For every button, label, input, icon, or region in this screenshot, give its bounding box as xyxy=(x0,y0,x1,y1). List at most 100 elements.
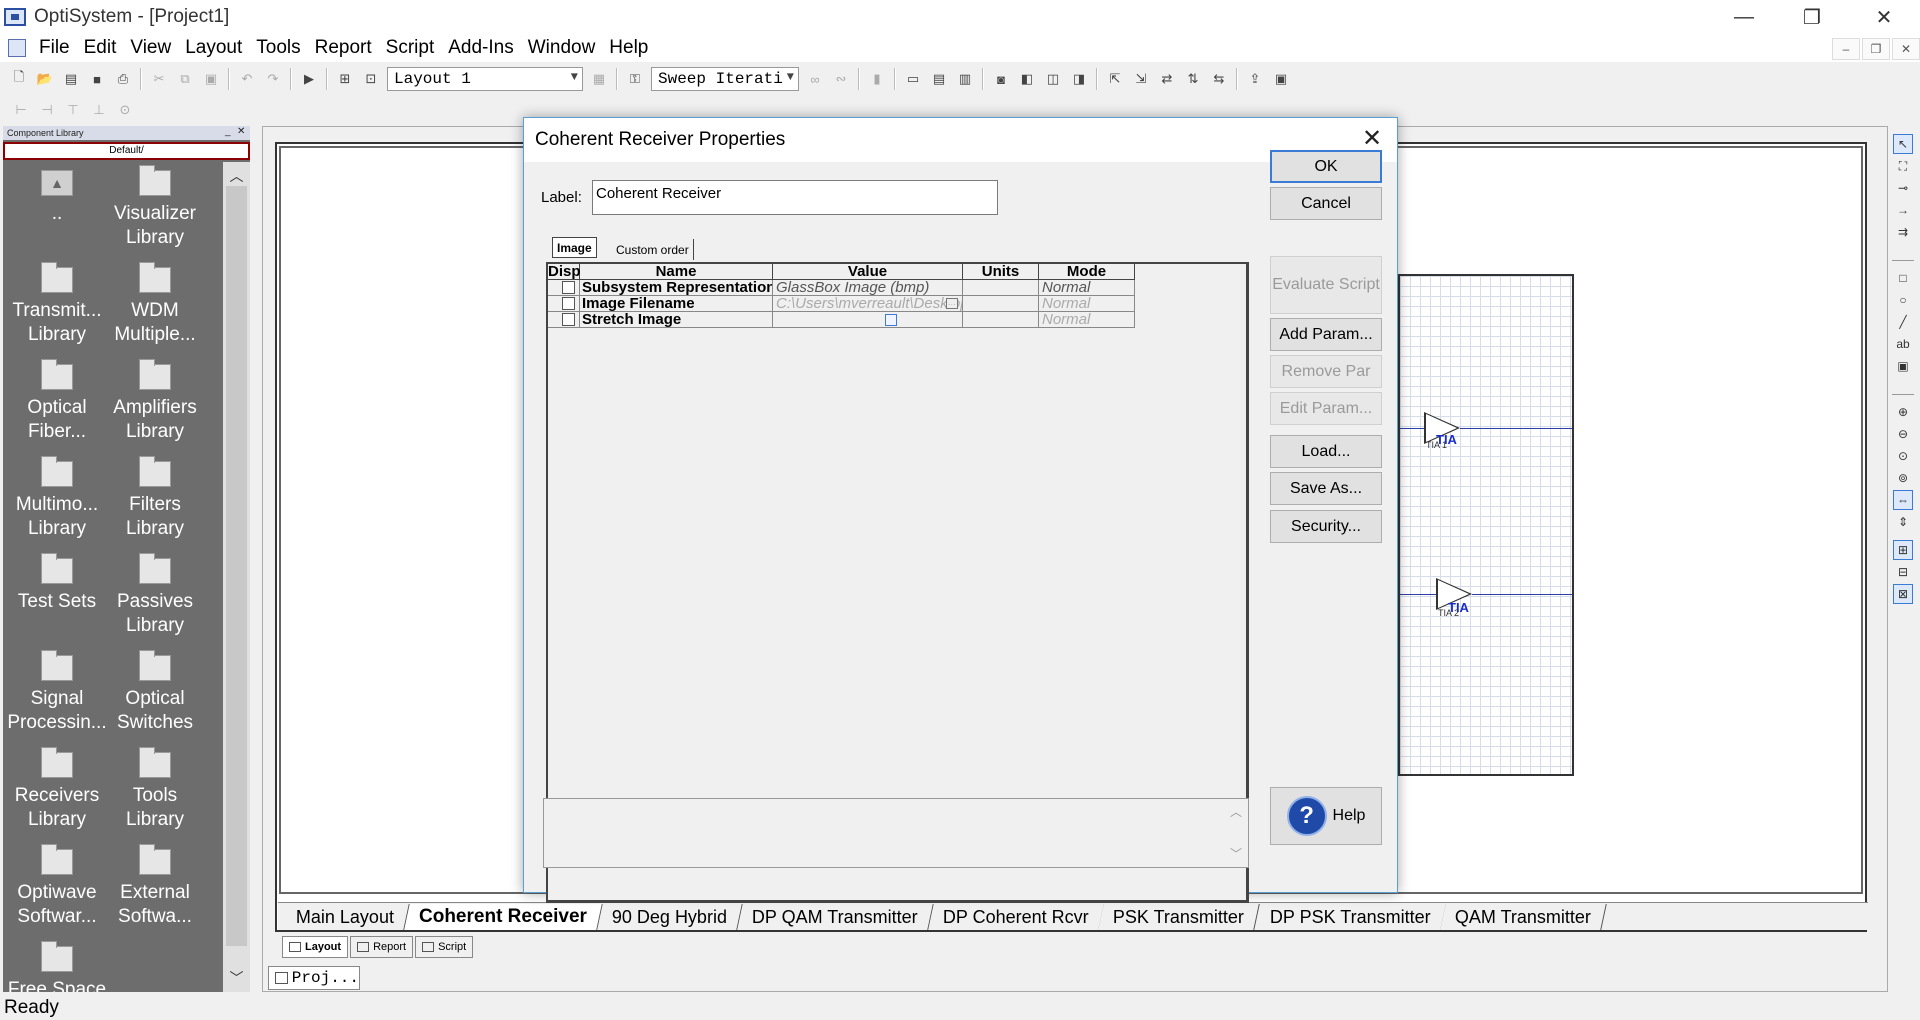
undo-icon[interactable]: ↶ xyxy=(237,69,257,89)
sweep-unlink-icon[interactable]: ∾ xyxy=(831,69,851,89)
align-bottom-icon[interactable]: ⊥ xyxy=(89,100,109,120)
redo-icon[interactable]: ↷ xyxy=(263,69,283,89)
ok-button[interactable]: OK xyxy=(1270,150,1382,183)
sweep-combo[interactable]: Sweep Iterati ▼ xyxy=(651,67,799,91)
monitor-icon[interactable]: ▭ xyxy=(903,69,923,89)
library-item-up[interactable]: ▲.. xyxy=(7,170,107,226)
minimize-button[interactable]: — xyxy=(1714,0,1774,34)
tab-custom-order[interactable]: Custom order xyxy=(612,239,694,260)
library-folder[interactable]: Passives Library xyxy=(105,553,205,638)
layout-tab[interactable]: DP PSK Transmitter xyxy=(1254,904,1446,930)
scroll-down-icon[interactable]: ﹀ xyxy=(223,968,250,990)
layout-tab[interactable]: QAM Transmitter xyxy=(1440,904,1608,930)
group-icon[interactable]: ⊙ xyxy=(115,100,135,120)
align-center-icon[interactable]: ⊣ xyxy=(37,100,57,120)
project-tab[interactable]: Proj... xyxy=(268,966,360,990)
menu-add-ins[interactable]: Add-Ins xyxy=(441,37,520,59)
scroll-up-icon[interactable]: ︿ xyxy=(223,166,250,188)
rectangle-icon[interactable]: □ xyxy=(1893,268,1913,288)
copy-icon[interactable]: ⧉ xyxy=(175,69,195,89)
save-disk-icon[interactable]: ▣ xyxy=(1271,69,1291,89)
tab-layout[interactable]: Layout xyxy=(282,936,349,958)
align-right-icon[interactable]: ⇲ xyxy=(1131,69,1151,89)
library-folder[interactable]: Amplifiers Library xyxy=(105,359,205,444)
library-folder[interactable]: Optical Fiber... xyxy=(7,359,107,444)
ellipse-icon[interactable]: ○ xyxy=(1893,290,1913,310)
pointer-icon[interactable]: ↖ xyxy=(1893,134,1913,154)
cancel-button[interactable]: Cancel xyxy=(1270,187,1382,220)
mdi-minimize-button[interactable]: – xyxy=(1832,38,1860,60)
close-button[interactable]: ✕ xyxy=(1854,0,1914,34)
open-sample-icon[interactable]: ▤ xyxy=(61,69,81,89)
layout-settings-icon[interactable]: ▦ xyxy=(589,69,609,89)
scroll-up-icon[interactable]: ︿ xyxy=(1230,803,1242,820)
subsystem-canvas[interactable]: TIA TIA 1 TIA TIA 2 xyxy=(1398,274,1574,776)
layout-tab[interactable]: Coherent Receiver xyxy=(404,904,603,930)
arrange-icon[interactable]: ⇄ xyxy=(1157,69,1177,89)
menu-help[interactable]: Help xyxy=(602,37,655,59)
evaluate-script-button[interactable]: Evaluate Script xyxy=(1270,256,1382,314)
select-area-icon[interactable]: ⛶ xyxy=(1893,156,1913,176)
fit-height-icon[interactable]: ⇕ xyxy=(1893,512,1913,532)
library-folder[interactable]: External Softwa... xyxy=(105,844,205,929)
security-button[interactable]: Security... xyxy=(1270,510,1382,543)
align-top-icon[interactable]: ⊤ xyxy=(63,100,83,120)
distribute-icon[interactable]: ⇅ xyxy=(1183,69,1203,89)
zoom-out-icon[interactable]: ⊖ xyxy=(1893,424,1913,444)
menu-layout[interactable]: Layout xyxy=(178,37,249,59)
layout-combo[interactable]: Layout 1 ▼ xyxy=(387,67,583,91)
add-param-button[interactable]: Add Param... xyxy=(1270,318,1382,351)
link-arrow-icon[interactable]: → xyxy=(1893,200,1913,220)
layout-tab[interactable]: PSK Transmitter xyxy=(1098,904,1261,930)
library-scrollbar[interactable]: ︿ ﹀ xyxy=(223,162,250,992)
layout-tab[interactable]: Main Layout xyxy=(281,904,410,930)
text-icon[interactable]: ab xyxy=(1893,334,1913,354)
library-folder[interactable]: Optiwave Softwar... xyxy=(7,844,107,929)
grid-icon[interactable]: ⊞ xyxy=(1893,540,1913,560)
align-left-icon[interactable]: ⊢ xyxy=(11,100,31,120)
ports-icon[interactable]: ⊠ xyxy=(1893,584,1913,604)
connect-icon[interactable]: ⊸ xyxy=(1893,178,1913,198)
tab-report[interactable]: Report xyxy=(350,936,414,958)
layout-tab[interactable]: DP Coherent Rcvr xyxy=(927,904,1105,930)
line-icon[interactable]: ╱ xyxy=(1893,312,1913,332)
panel-pin-icon[interactable]: _ xyxy=(225,126,231,137)
layout-tab[interactable]: DP QAM Transmitter xyxy=(737,904,934,930)
help-button[interactable]: ? Help xyxy=(1270,787,1382,845)
multi-link-icon[interactable]: ⇉ xyxy=(1893,222,1913,242)
tia-component-1[interactable]: TIA TIA 1 xyxy=(1400,410,1576,450)
library-folder[interactable]: Receivers Library xyxy=(7,747,107,832)
menu-file[interactable]: File xyxy=(32,37,77,59)
library-folder[interactable]: Signal Processin... xyxy=(7,650,107,735)
menu-window[interactable]: Window xyxy=(521,37,603,59)
edit-param-button[interactable]: Edit Param... xyxy=(1270,392,1382,425)
save-icon[interactable]: ■ xyxy=(87,69,107,89)
cut-icon[interactable]: ✂ xyxy=(149,69,169,89)
library-folder[interactable]: Test Sets xyxy=(7,553,107,614)
library-folder[interactable]: Optical Switches xyxy=(105,650,205,735)
report-icon[interactable]: ▤ xyxy=(929,69,949,89)
save-as-button[interactable]: Save As... xyxy=(1270,472,1382,505)
zoom-in-icon[interactable]: ⊕ xyxy=(1893,402,1913,422)
dialog-close-button[interactable]: ✕ xyxy=(1359,126,1385,152)
library-folder[interactable]: Filters Library xyxy=(105,456,205,541)
run-icon[interactable]: ▶ xyxy=(299,69,319,89)
layout-icon[interactable]: ⊡ xyxy=(361,69,381,89)
remove-param-button[interactable]: Remove Par xyxy=(1270,355,1382,388)
library-folder[interactable]: Free Space xyxy=(7,941,107,992)
paste-icon[interactable]: ▣ xyxy=(201,69,221,89)
load-button[interactable]: Load... xyxy=(1270,435,1382,468)
library-folder[interactable]: Tools Library xyxy=(105,747,205,832)
view-tile-icon[interactable]: ◫ xyxy=(1043,69,1063,89)
label-input[interactable]: Coherent Receiver xyxy=(592,180,998,215)
library-folder[interactable]: WDM Multiple... xyxy=(105,262,205,347)
print-icon[interactable]: ⎙ xyxy=(113,69,133,89)
image-icon[interactable]: ▣ xyxy=(1893,356,1913,376)
snap-grid-icon[interactable]: ⊟ xyxy=(1893,562,1913,582)
menu-edit[interactable]: Edit xyxy=(77,37,124,59)
menu-view[interactable]: View xyxy=(123,37,178,59)
new-icon[interactable]: 🗋 xyxy=(9,69,29,89)
mdi-close-button[interactable]: ✕ xyxy=(1892,38,1920,60)
scroll-thumb[interactable] xyxy=(226,186,247,946)
tab-image[interactable]: Image xyxy=(552,237,597,258)
